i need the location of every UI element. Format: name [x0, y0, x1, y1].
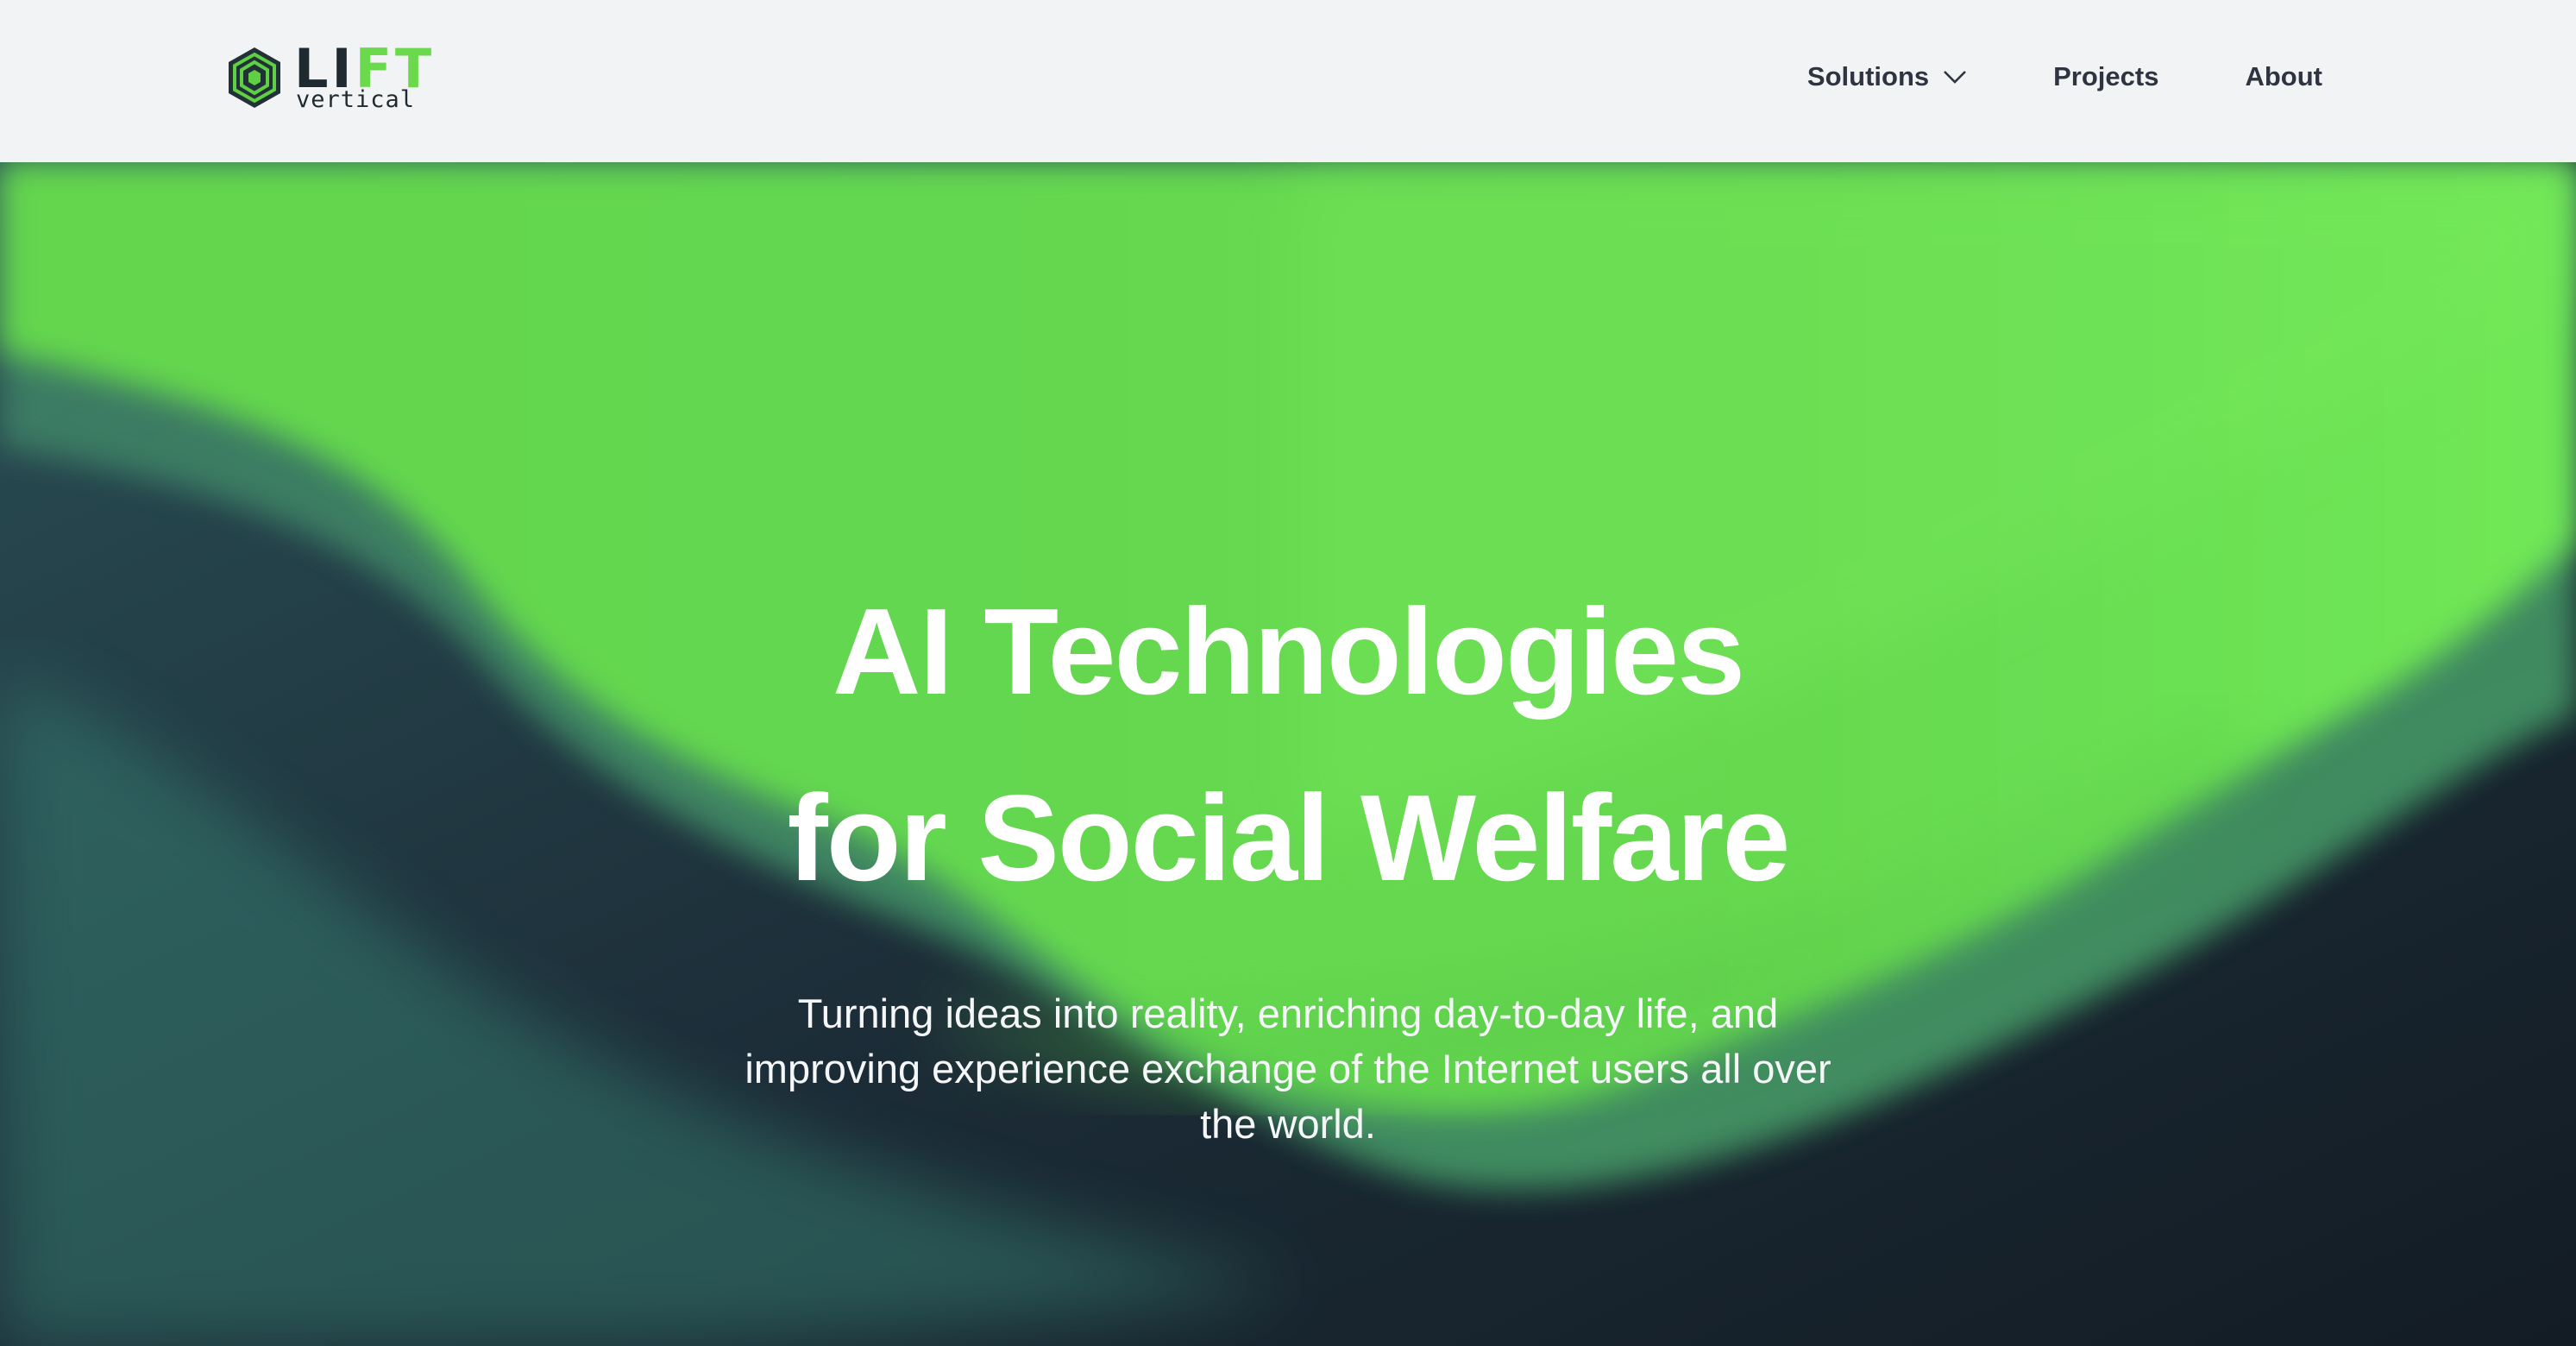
hero-section: AI Technologies for Social Welfare Turni…: [0, 162, 2576, 1346]
hero-headline-line-1: AI Technologies: [832, 583, 1745, 720]
landing-page: LIFT vertical Solutions Projects About A…: [0, 0, 2576, 1346]
hero-headline: AI Technologies for Social Welfare: [0, 559, 2576, 932]
hero-headline-line-2: for Social Welfare: [787, 770, 1791, 907]
nav-item-solutions[interactable]: Solutions: [1807, 61, 1967, 92]
logo-subtext: vertical: [296, 85, 416, 113]
site-header: LIFT vertical Solutions Projects About: [0, 0, 2576, 162]
nav-item-label: About: [2245, 61, 2322, 91]
hero-subtitle: Turning ideas into reality, enriching da…: [745, 991, 1831, 1147]
chevron-down-icon: [1944, 71, 1967, 84]
hexagon-cube-icon: [229, 47, 280, 108]
main-nav: Solutions Projects About: [1807, 53, 2322, 100]
logo[interactable]: LIFT vertical: [227, 41, 435, 113]
nav-item-label: Projects: [2053, 61, 2159, 91]
nav-item-label: Solutions: [1806, 61, 1930, 91]
nav-item-projects[interactable]: Projects: [2053, 61, 2158, 92]
nav-item-about[interactable]: About: [2245, 61, 2322, 92]
